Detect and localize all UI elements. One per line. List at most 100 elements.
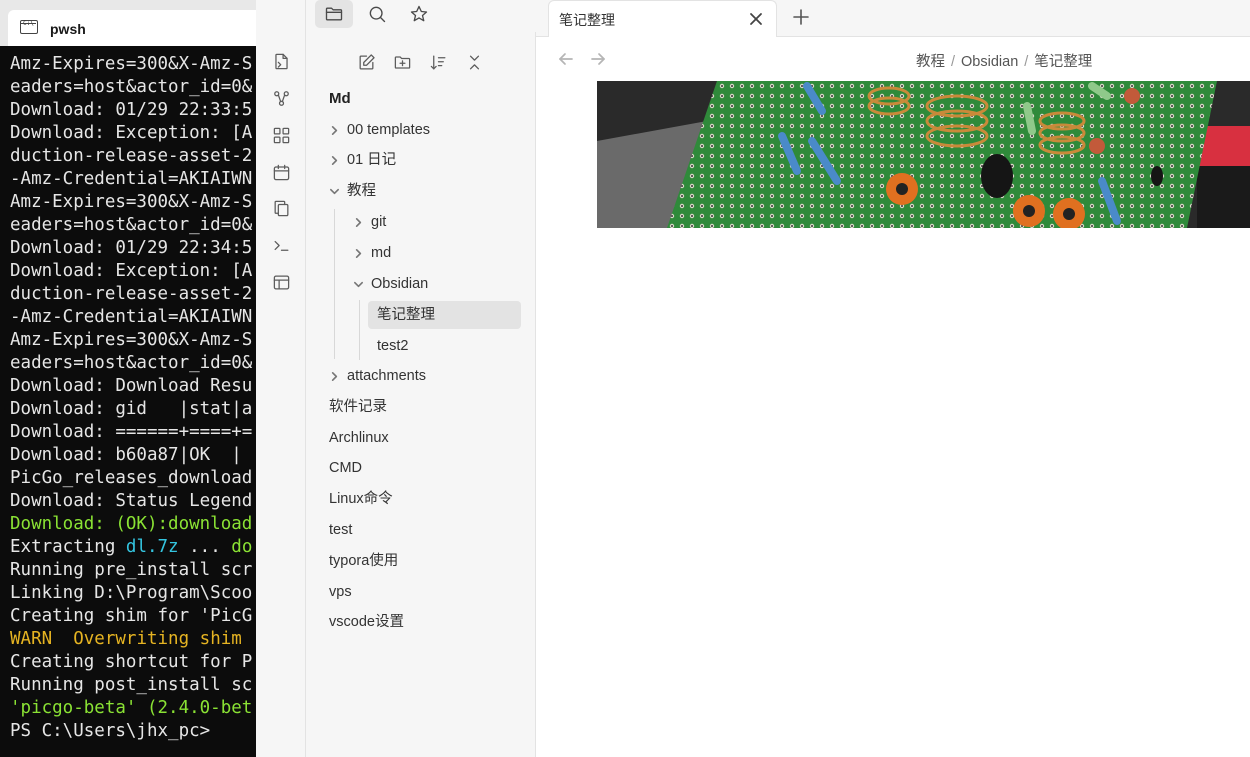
terminal-window[interactable]: C:\ pwsh Amz-Expires=300&X-Amz-S eaders=…	[0, 0, 256, 757]
file-test[interactable]: test	[329, 516, 519, 544]
files-icon	[325, 7, 343, 21]
breadcrumb-item[interactable]: Obsidian	[961, 54, 1018, 70]
folder-label: attachments	[347, 368, 426, 384]
terminal-line: Amz-Expires=300&X-Amz-S	[10, 54, 253, 74]
breadcrumb-item: 笔记整理	[1034, 54, 1093, 70]
file-typora[interactable]: typora使用	[329, 547, 519, 575]
terminal-ok-text: Download: (OK):download	[10, 514, 253, 534]
file-linux-commands[interactable]: Linux命令	[329, 485, 519, 513]
folder-label: 00 templates	[347, 122, 431, 138]
embedded-circuit-image[interactable]	[597, 81, 1250, 228]
extract-prefix: Extracting	[10, 537, 126, 557]
file-explorer: Md 00 templates 01 日记 教程 git md Obsidian	[306, 32, 536, 757]
terminal-line: duction-release-asset-2	[10, 284, 253, 304]
collapse-all-icon	[469, 55, 479, 69]
folder-md[interactable]: md	[353, 239, 519, 267]
terminal-line: eaders=host&actor_id=0&	[10, 215, 253, 235]
file-label: 笔记整理	[377, 307, 435, 323]
files-tab-button[interactable]	[315, 0, 353, 28]
terminal-line: Download: Status Legend	[10, 491, 253, 511]
file-label: test2	[377, 338, 409, 354]
terminal-line: Download: b60a87|OK |	[10, 445, 242, 465]
folder-00-templates[interactable]: 00 templates	[329, 116, 519, 144]
folder-label: 教程	[347, 183, 376, 199]
templates-button[interactable]	[268, 195, 294, 221]
terminal-line: Download: Exception: [A	[10, 261, 253, 281]
terminal-tab-bar: C:\ pwsh	[0, 0, 256, 46]
search-icon	[369, 6, 386, 23]
command-palette-icon	[274, 240, 288, 251]
daily-notes-icon	[273, 164, 289, 180]
folder-attachments[interactable]: attachments	[329, 362, 519, 390]
terminal-success-text: 'picgo-beta' (2.4.0-bet	[10, 698, 253, 718]
terminal-line: Download: (OK):download	[0, 513, 256, 536]
workspace-layout-button[interactable]	[268, 269, 294, 295]
open-quick-switcher-icon	[274, 53, 288, 69]
terminal-tab[interactable]: C:\ pwsh	[8, 10, 256, 46]
ribbon	[256, 0, 306, 757]
command-palette-button[interactable]	[268, 232, 294, 258]
folder-label: git	[371, 214, 387, 230]
chevron-right-icon	[329, 146, 341, 174]
terminal-line: -Amz-Credential=AKIAIWN	[10, 169, 253, 189]
new-note-icon	[359, 53, 375, 69]
chevron-right-icon	[329, 362, 341, 390]
bookmarks-tab-button[interactable]	[400, 0, 438, 28]
terminal-icon: C:\	[20, 20, 38, 34]
file-archlinux[interactable]: Archlinux	[329, 424, 519, 452]
terminal-line: Extracting dl.7z ... do	[0, 536, 256, 559]
terminal-line: 'picgo-beta' (2.4.0-bet	[0, 697, 256, 720]
terminal-prompt[interactable]: PS C:\Users\jhx_pc>	[0, 720, 256, 743]
extract-middle: ...	[178, 537, 232, 557]
arrow-right-icon	[591, 53, 605, 65]
sort-button[interactable]	[426, 50, 450, 74]
quick-switcher-button[interactable]	[268, 48, 294, 74]
folder-git[interactable]: git	[353, 208, 519, 236]
graph-view-button[interactable]	[268, 85, 294, 111]
daily-notes-button[interactable]	[268, 159, 294, 185]
folder-obsidian[interactable]: Obsidian	[353, 270, 519, 298]
file-vscode-settings[interactable]: vscode设置	[329, 608, 519, 636]
vault-name[interactable]: Md	[329, 90, 351, 107]
new-tab-button[interactable]	[788, 4, 814, 30]
terminal-line: Linking D:\Program\Scoo	[10, 583, 253, 603]
canvas-button[interactable]	[268, 122, 294, 148]
new-note-button[interactable]	[354, 50, 378, 74]
folder-label: Obsidian	[371, 276, 429, 292]
folder-label: md	[371, 245, 392, 261]
tab-close-button[interactable]	[746, 9, 766, 29]
workspace-layout-icon	[273, 275, 289, 289]
folder-tutorial[interactable]: 教程	[329, 177, 519, 205]
terminal-line: Download: ======+====+=	[10, 422, 253, 442]
file-label: Linux命令	[329, 491, 393, 507]
chevron-down-icon	[329, 177, 341, 205]
terminal-line: PicGo_releases_download	[10, 468, 253, 488]
breadcrumb-item[interactable]: 教程	[916, 54, 945, 70]
terminal-line: Download: 01/29 22:33:5	[10, 100, 253, 120]
file-label: vps	[329, 584, 352, 600]
new-folder-icon	[394, 55, 410, 69]
chevron-right-icon	[329, 116, 341, 144]
search-tab-button[interactable]	[358, 0, 396, 28]
file-cmd[interactable]: CMD	[329, 454, 519, 482]
terminal-line: Download: 01/29 22:34:5	[10, 238, 253, 258]
file-vps[interactable]: vps	[329, 578, 519, 606]
collapse-all-button[interactable]	[462, 50, 486, 74]
navigate-forward-button[interactable]	[587, 48, 609, 70]
templates-icon	[274, 200, 288, 216]
navigate-back-button[interactable]	[555, 48, 577, 70]
file-test2[interactable]: test2	[377, 332, 517, 360]
file-notes-organize[interactable]: 笔记整理	[368, 301, 521, 329]
breadcrumb-separator: /	[1024, 54, 1029, 70]
folder-01-diary[interactable]: 01 日记	[329, 146, 519, 174]
warn-tag: WARN	[10, 629, 53, 649]
terminal-output[interactable]: Amz-Expires=300&X-Amz-S eaders=host&acto…	[0, 53, 256, 743]
tab-notes-organize[interactable]: 笔记整理	[548, 0, 777, 37]
tree-indent-guide	[334, 209, 335, 359]
terminal-line: eaders=host&actor_id=0&	[10, 77, 253, 97]
terminal-line: Creating shim for 'PicG	[10, 606, 253, 626]
file-label: Archlinux	[329, 430, 389, 446]
new-folder-button[interactable]	[390, 50, 414, 74]
arrow-left-icon	[559, 53, 573, 65]
file-software-records[interactable]: 软件记录	[329, 393, 519, 421]
